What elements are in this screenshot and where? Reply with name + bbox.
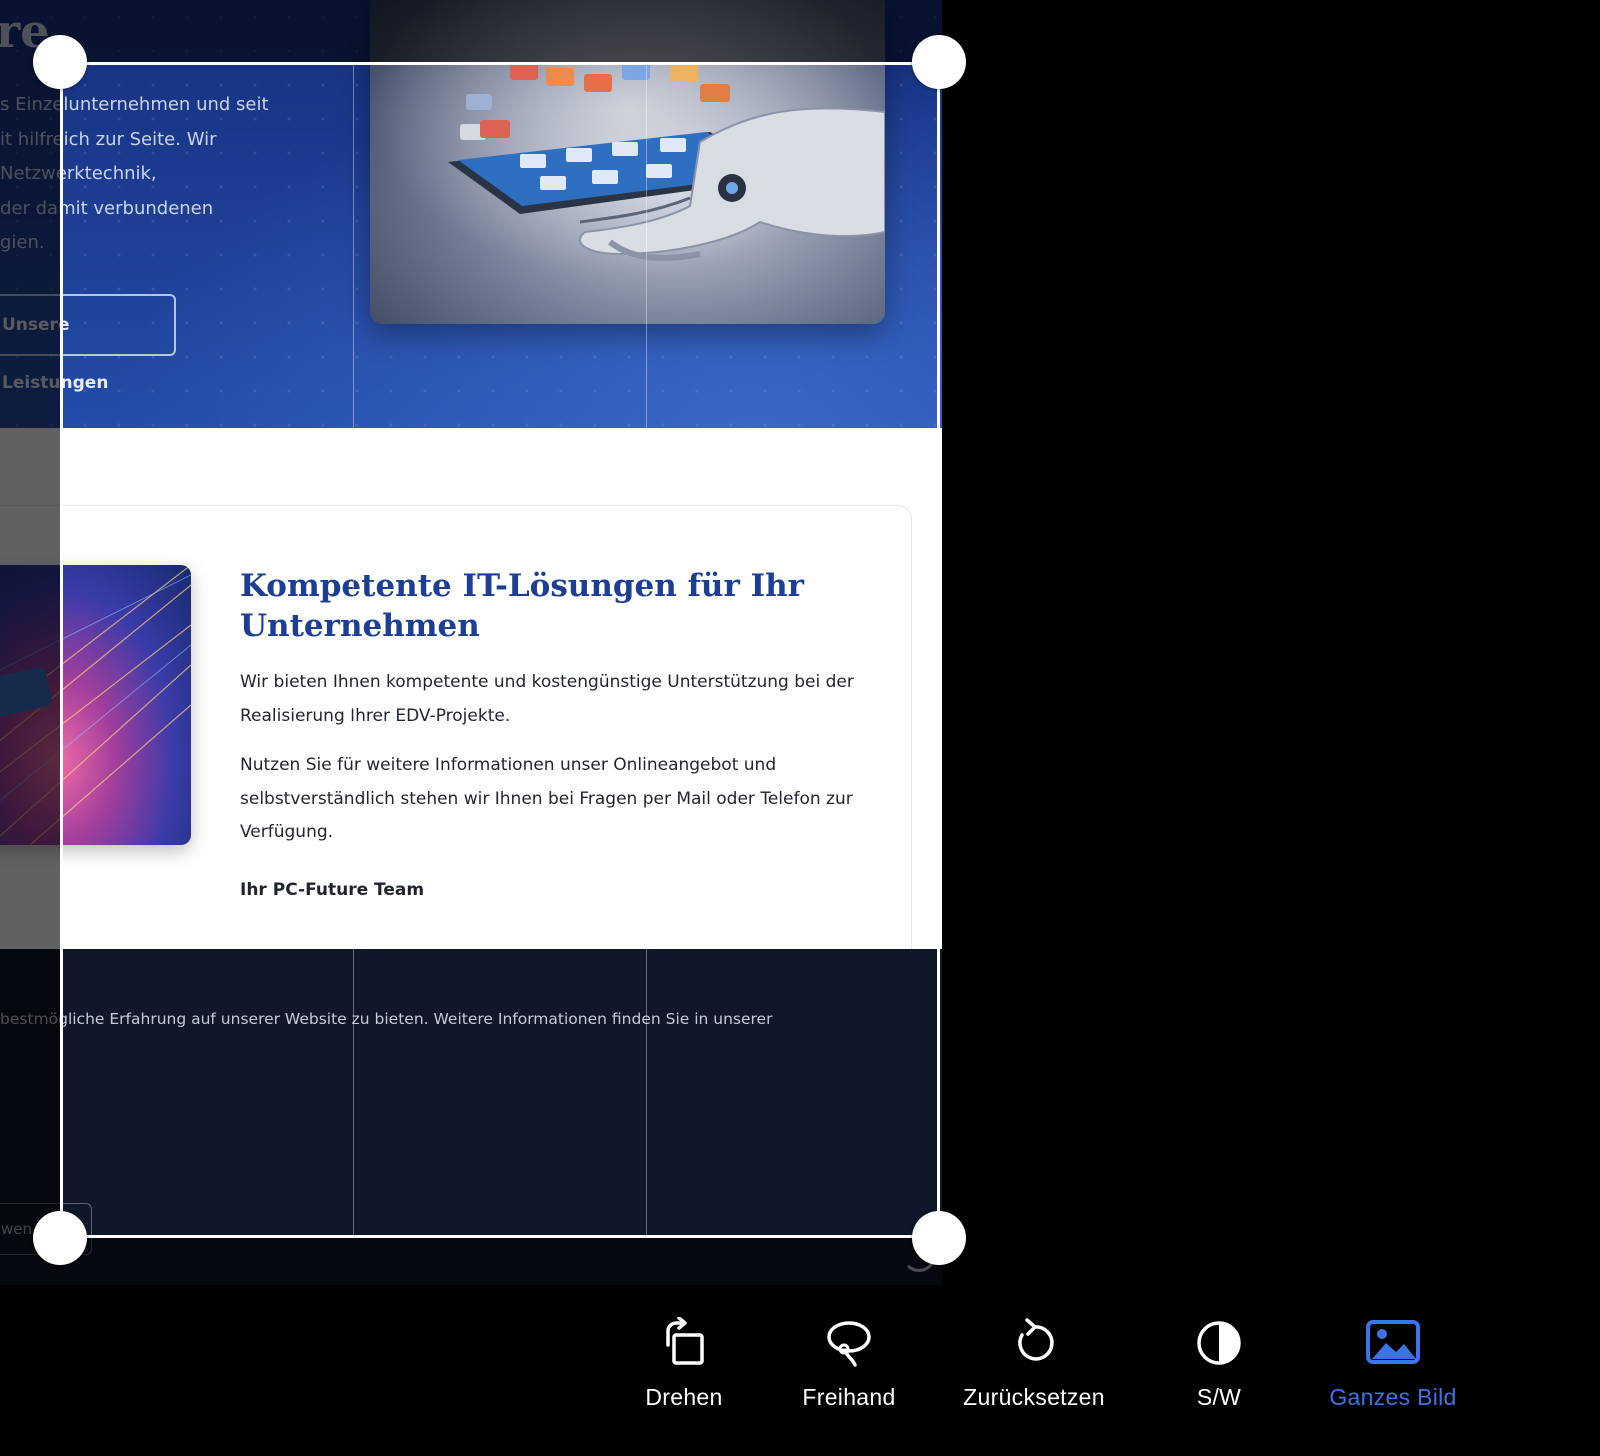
crop-dim-left <box>0 0 60 1285</box>
crop-dim-top <box>60 0 942 62</box>
black-white-label: S/W <box>1196 1384 1242 1410</box>
rotate-icon <box>656 1316 712 1370</box>
freehand-label: Freihand <box>802 1384 896 1410</box>
hero-section: re s Einzelunternehmen und seit it hilfr… <box>0 0 942 428</box>
reset-button[interactable]: Zurücksetzen <box>949 1316 1119 1411</box>
reset-label: Zurücksetzen <box>963 1384 1105 1410</box>
card-title: Kompetente IT-Lösungen für Ihr Unternehm… <box>240 568 804 644</box>
crop-handle-top-right[interactable] <box>912 35 966 89</box>
contrast-icon <box>1191 1316 1247 1370</box>
black-white-button[interactable]: S/W <box>1134 1316 1304 1411</box>
crop-grid-line <box>353 62 354 1238</box>
card-paragraph: Wir bieten Ihnen kompetente und kostengü… <box>240 672 854 726</box>
crop-handle-bottom-left[interactable] <box>33 1211 87 1265</box>
crop-grid-line <box>646 62 647 1238</box>
cookie-text: bestmögliche Erfahrung auf unserer Websi… <box>0 1010 773 1028</box>
crop-dim-bottom <box>60 1238 942 1285</box>
captured-webpage: re s Einzelunternehmen und seit it hilfr… <box>0 0 942 1285</box>
reset-icon <box>1006 1316 1062 1370</box>
rotate-label: Drehen <box>645 1384 723 1410</box>
card-paragraph: Nutzen Sie für weitere Informationen uns… <box>240 755 853 842</box>
rotate-button[interactable]: Drehen <box>599 1316 769 1411</box>
whole-image-label: Ganzes Bild <box>1329 1384 1457 1410</box>
crop-handle-top-left[interactable] <box>33 35 87 89</box>
whole-image-button[interactable]: Ganzes Bild <box>1308 1316 1478 1411</box>
freehand-button[interactable]: Freihand <box>764 1316 934 1411</box>
lasso-icon <box>821 1316 877 1370</box>
card-signature: Ihr PC-Future Team <box>240 880 425 900</box>
crop-handle-bottom-right[interactable] <box>912 1211 966 1265</box>
image-icon <box>1365 1316 1421 1370</box>
cookie-banner <box>0 949 942 1285</box>
